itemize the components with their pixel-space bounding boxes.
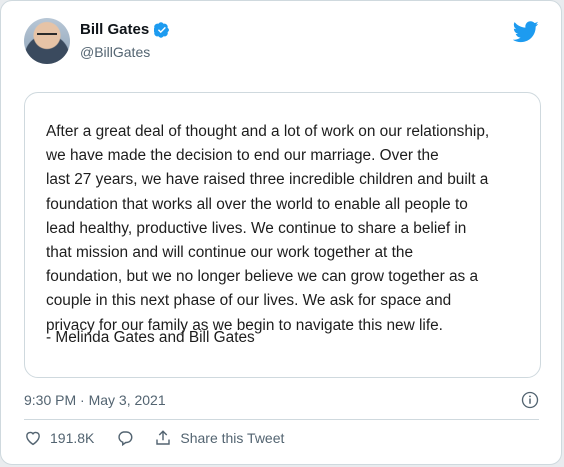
twitter-bird-icon[interactable] (513, 21, 539, 43)
share-icon (156, 430, 171, 445)
tweet-card: Bill Gates @BillGates After a great deal… (0, 0, 562, 465)
share-label: Share this Tweet (180, 430, 285, 446)
author-handle[interactable]: @BillGates (80, 44, 150, 60)
share-button[interactable]: Share this Tweet (154, 429, 284, 447)
divider (24, 419, 539, 420)
statement-text: After a great deal of thought and a lot … (46, 120, 526, 338)
author-name-row: Bill Gates (80, 21, 170, 38)
verified-badge-icon (154, 21, 170, 38)
heart-icon (26, 431, 40, 446)
author-avatar[interactable] (24, 18, 70, 64)
avatar-glasses (37, 33, 57, 41)
reply-button[interactable] (116, 429, 134, 447)
statement-paragraph: After a great deal of thought and a lot … (46, 123, 490, 334)
like-button[interactable]: 191.8K (24, 429, 94, 447)
reply-icon (118, 431, 133, 447)
statement-signature: - Melinda Gates and Bill Gates (46, 329, 255, 346)
statement-image[interactable]: After a great deal of thought and a lot … (24, 92, 541, 378)
tweet-timestamp[interactable]: 9:30 PM · May 3, 2021 (24, 392, 166, 408)
tweet-actions: 191.8K Share this Tweet (24, 429, 284, 447)
likes-count: 191.8K (50, 430, 95, 446)
author-name[interactable]: Bill Gates (80, 21, 149, 38)
info-icon[interactable] (521, 391, 539, 409)
